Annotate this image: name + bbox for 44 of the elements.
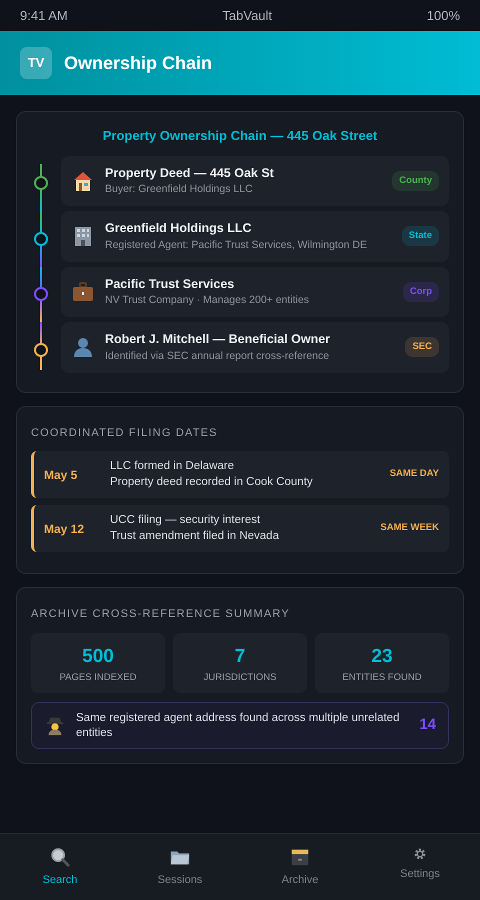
item-title: Robert J. Mitchell — Beneficial Owner: [105, 331, 332, 348]
source-tag: Corp: [402, 282, 439, 302]
timing-label: SAME WEEK: [380, 521, 439, 536]
briefcase-icon: [71, 280, 95, 304]
tab-bar-item[interactable]: Search: [0, 834, 120, 900]
item-subtitle: Registered Agent: Pacific Trust Services, Wilmington DE: [105, 238, 368, 253]
stat-label: ENTITIES FOUND: [341, 671, 423, 686]
item-title: Pacific Trust Services: [105, 276, 236, 292]
alert-count: 14: [419, 715, 436, 736]
item-subtitle: Buyer: Greenfield Holdings LLC: [105, 182, 254, 198]
filing-text: UCC filing — security interest: [110, 513, 262, 528]
search-icon: [49, 846, 71, 868]
stat-label: JURISDICTIONS: [202, 671, 278, 686]
filing-date: May 12: [44, 520, 86, 538]
tab-bar-item[interactable]: Archive: [240, 834, 360, 900]
item-subtitle: NV Trust Company · Manages 200+ entities: [105, 293, 310, 308]
stat-value: 500: [81, 644, 115, 669]
stat-value: 7: [234, 644, 246, 669]
page-title: Ownership Chain: [64, 52, 212, 75]
status-title: TabVault: [222, 6, 272, 25]
source-tag: State: [402, 226, 439, 246]
section-title: ARCHIVE CROSS-REFERENCE SUMMARY: [31, 607, 291, 622]
settings-icon: [412, 846, 428, 862]
app-logo: TV: [20, 47, 52, 79]
source-tag: County: [392, 170, 439, 191]
filing-text: Property deed recorded in Cook County: [110, 474, 313, 490]
tab-bar-item[interactable]: Settings: [360, 834, 480, 900]
alert-text: Same registered agent address found across multiple unrelated entities: [76, 711, 400, 740]
battery-level: 100%: [426, 6, 460, 25]
filing-text: LLC formed in Delaware: [110, 459, 236, 474]
stat-label: PAGES INDEXED: [58, 671, 138, 686]
filing-text: Trust amendment filed in Nevada: [110, 528, 279, 544]
status-time: 9:41 AM: [20, 6, 68, 25]
filing-date: May 5: [44, 466, 78, 484]
item-subtitle: Identified via SEC annual report cross-reference: [105, 348, 330, 364]
source-tag: SEC: [405, 337, 439, 358]
timing-label: SAME DAY: [390, 467, 439, 482]
stat-value: 23: [370, 644, 394, 669]
chain-title: Property Ownership Chain — 445 Oak Street: [102, 127, 378, 145]
person-icon: [71, 335, 95, 360]
tab-bar-item[interactable]: Sessions: [120, 834, 240, 900]
section-title: COORDINATED FILING DATES: [31, 426, 219, 440]
item-title: Greenfield Holdings LLC: [105, 220, 253, 237]
item-title: Property Deed — 445 Oak St: [105, 164, 275, 182]
